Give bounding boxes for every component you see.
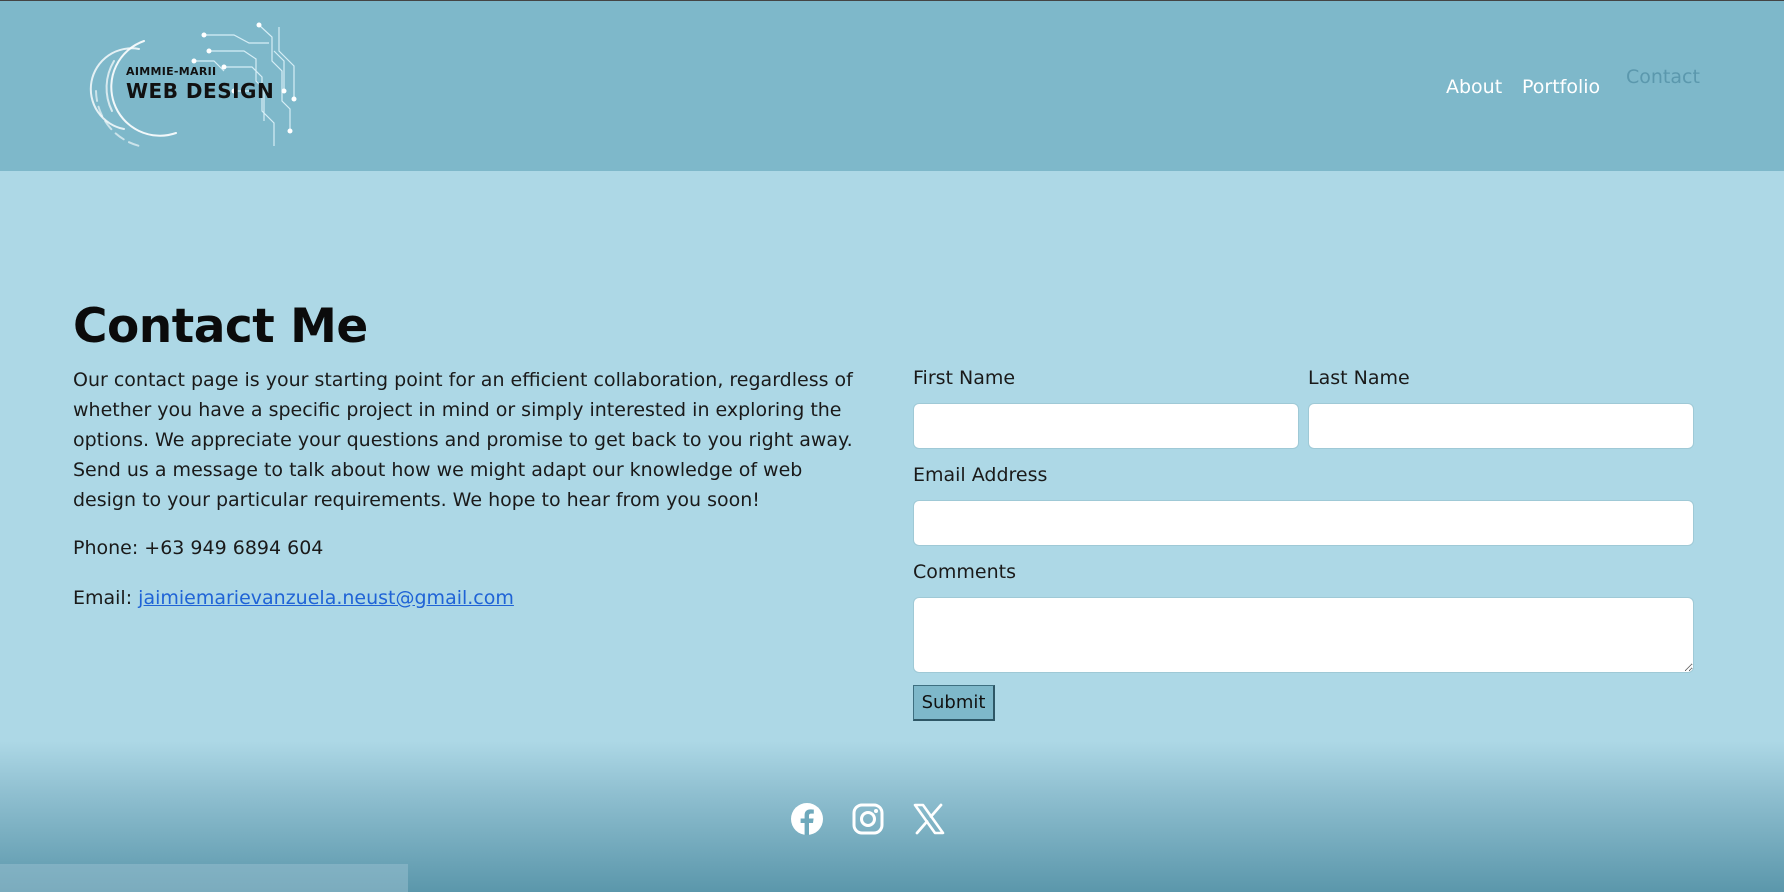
last-name-field[interactable] xyxy=(1308,403,1694,449)
x-icon[interactable] xyxy=(912,802,946,836)
email-link[interactable]: jaimiemarievanzuela.neust@gmail.com xyxy=(138,587,514,609)
email-line: Email: jaimiemarievanzuela.neust@gmail.c… xyxy=(73,587,514,609)
instagram-icon[interactable] xyxy=(851,802,885,836)
nav-item-contact[interactable]: Contact xyxy=(1626,66,1700,88)
site-footer xyxy=(0,741,1784,892)
site-header: AIMMIE-MARII WEB DESIGN About Portfolio … xyxy=(0,1,1784,171)
phone-text: Phone: +63 949 6894 604 xyxy=(73,537,324,559)
status-bar xyxy=(0,864,408,892)
submit-button[interactable]: Submit xyxy=(913,685,995,721)
email-address-label: Email Address xyxy=(913,464,1048,486)
logo-subtitle: AIMMIE-MARII xyxy=(126,65,217,78)
intro-paragraph: Our contact page is your starting point … xyxy=(73,369,853,511)
last-name-label: Last Name xyxy=(1308,367,1410,389)
contact-section: Contact Me Our contact page is your star… xyxy=(0,171,1784,741)
nav-item-portfolio[interactable]: Portfolio xyxy=(1522,76,1600,98)
nav-item-about[interactable]: About xyxy=(1446,76,1502,98)
email-label: Email: xyxy=(73,587,133,609)
facebook-icon[interactable] xyxy=(790,802,824,836)
comments-label: Comments xyxy=(913,561,1016,583)
site-logo[interactable]: AIMMIE-MARII WEB DESIGN xyxy=(84,21,334,151)
logo-title: WEB DESIGN xyxy=(126,79,275,103)
first-name-field[interactable] xyxy=(913,403,1299,449)
comments-textarea[interactable] xyxy=(913,597,1694,673)
first-name-label: First Name xyxy=(913,367,1016,389)
page-title: Contact Me xyxy=(73,299,368,354)
email-address-field[interactable] xyxy=(913,500,1694,546)
